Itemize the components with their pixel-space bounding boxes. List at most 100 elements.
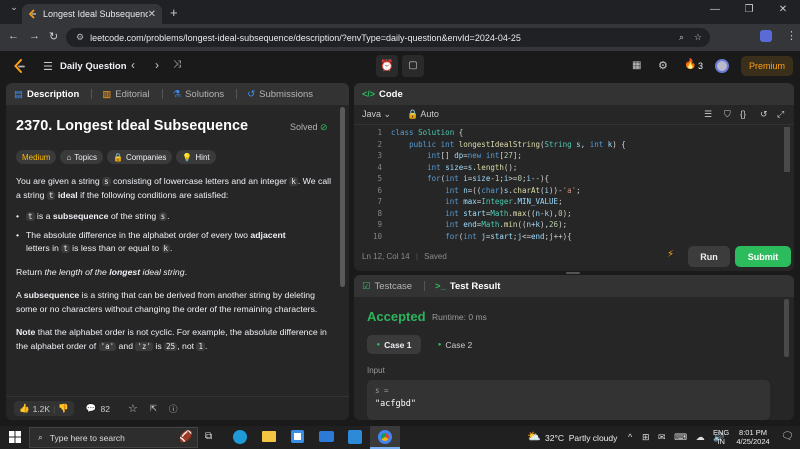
- description-tabs: ▤ Description ▥ Editorial ⚗ Solutions ↺ …: [6, 83, 349, 105]
- tab-testcase[interactable]: ☑ Testcase: [362, 281, 412, 292]
- extension-icon[interactable]: [760, 30, 772, 42]
- format-icon[interactable]: ☰: [704, 109, 712, 120]
- clock[interactable]: 8:01 PM 4/25/2024: [733, 428, 773, 446]
- pass-dot-icon: ●: [437, 341, 442, 348]
- avatar[interactable]: [715, 59, 729, 73]
- zoom-icon[interactable]: ⌕: [679, 32, 684, 43]
- solved-status: Solved ⊘: [290, 122, 328, 133]
- code-line[interactable]: 5 for(int i=size-1;i>=0;i--){: [354, 173, 782, 185]
- code-editor[interactable]: 1 class Solution {2 public int longestIde…: [354, 127, 782, 241]
- code-line[interactable]: 7 int max=Integer.MIN_VALUE;: [354, 196, 782, 208]
- tab-test-result[interactable]: >_ Test Result: [435, 281, 500, 292]
- browser-tab[interactable]: Longest Ideal Subsequence - L ✕: [22, 4, 162, 24]
- like-button[interactable]: 👍 1.2K | 👎: [14, 401, 74, 416]
- taskbar-search-box[interactable]: ⌕ Type here to search 🏈: [29, 427, 198, 448]
- code-line[interactable]: 8 int start=Math.max((n-k),0);: [354, 208, 782, 220]
- topics-button[interactable]: ⌂ Topics: [60, 150, 103, 164]
- edge-icon[interactable]: [233, 430, 247, 444]
- reset-icon[interactable]: ↺: [760, 109, 768, 120]
- weather-label[interactable]: 32°C Partly cloudy: [545, 433, 617, 443]
- chrome-taskbar-button[interactable]: [370, 426, 400, 449]
- window-close-icon[interactable]: ✕: [766, 4, 800, 20]
- auto-toggle[interactable]: 🔒 Auto: [407, 109, 439, 120]
- tab-description-label: Description: [26, 88, 80, 100]
- code-line[interactable]: 6 int n=((char)s.charAt(i))-'a';: [354, 185, 782, 197]
- tab-description[interactable]: ▤ Description: [14, 89, 79, 100]
- file-explorer-icon[interactable]: [262, 431, 276, 442]
- mail-icon[interactable]: [319, 431, 334, 442]
- notes-icon[interactable]: ▢: [402, 55, 424, 77]
- code-line[interactable]: 3 int[] dp=new int[27];: [354, 150, 782, 162]
- problem-title[interactable]: 2370. Longest Ideal Subsequence: [16, 118, 248, 134]
- language-indicator[interactable]: ENG IN: [713, 428, 729, 446]
- next-question-icon[interactable]: ›: [155, 58, 159, 72]
- tab-solutions[interactable]: ⚗ Solutions: [173, 89, 225, 100]
- restore-icon[interactable]: ❐: [732, 4, 766, 20]
- description-scrollbar[interactable]: [340, 107, 345, 287]
- browser-menu-icon[interactable]: ⋮: [786, 29, 797, 42]
- tab-search-icon[interactable]: ⌄: [8, 2, 20, 18]
- panel-resize-handle[interactable]: [566, 272, 580, 274]
- favorite-star-icon[interactable]: ☆: [128, 402, 138, 415]
- daily-question-link[interactable]: Daily Question: [60, 61, 127, 72]
- timer-icon[interactable]: ⏰: [376, 55, 398, 77]
- line-number: 1: [377, 128, 382, 137]
- prev-question-icon[interactable]: ‹: [131, 58, 135, 72]
- windows-start-icon[interactable]: [9, 431, 21, 443]
- code-text: public int longestIdealString(String s, …: [409, 139, 626, 149]
- help-icon[interactable]: ⓘ: [169, 403, 178, 415]
- like-count: 1.2K: [32, 403, 51, 414]
- hint-button[interactable]: 💡 Hint: [176, 150, 216, 164]
- new-tab-icon[interactable]: +: [170, 5, 178, 20]
- code-panel-header: </> Code: [354, 83, 794, 105]
- console-icon[interactable]: ⚡: [667, 249, 674, 260]
- bookmark-star-icon[interactable]: ☆: [694, 32, 702, 43]
- code-line[interactable]: 1 class Solution {: [354, 127, 782, 139]
- site-info-icon[interactable]: ⚙: [76, 32, 84, 43]
- notification-icon[interactable]: 🗨: [781, 431, 794, 442]
- fullscreen-icon[interactable]: ⤢: [777, 109, 784, 120]
- submit-button[interactable]: Submit: [735, 246, 791, 267]
- language-select[interactable]: Java ⌄: [362, 109, 391, 120]
- share-icon[interactable]: ⇱: [150, 403, 157, 414]
- weather-icon[interactable]: ⛅: [527, 430, 541, 443]
- leetcode-logo-icon[interactable]: [13, 59, 27, 74]
- settings-gear-icon[interactable]: ⚙: [658, 59, 668, 72]
- premium-button[interactable]: Premium: [741, 56, 793, 76]
- reload-icon[interactable]: ↻: [49, 30, 58, 43]
- case-1-tab[interactable]: ● Case 1: [367, 335, 421, 354]
- tab-editorial-label: Editorial: [115, 88, 150, 100]
- tray-chevron-icon[interactable]: ^: [628, 432, 632, 442]
- result-scrollbar[interactable]: [784, 299, 789, 357]
- editor-scrollbar[interactable]: [784, 127, 790, 172]
- code-line[interactable]: 10 for(int j=start;j<=end;j++){: [354, 231, 782, 242]
- streak-flame-icon[interactable]: 🔥: [684, 59, 696, 70]
- code-text: for(int i=size-1;i>=0;i--){: [427, 174, 550, 183]
- run-button[interactable]: Run: [688, 246, 730, 267]
- back-icon[interactable]: ←: [8, 30, 19, 42]
- task-view-icon[interactable]: ⧉: [205, 431, 212, 442]
- store-icon[interactable]: [291, 430, 304, 443]
- comments-button[interactable]: 💬 82: [86, 403, 110, 414]
- minimize-icon[interactable]: —: [698, 4, 732, 20]
- tab-editorial[interactable]: ▥ Editorial: [102, 89, 149, 100]
- problem-list-icon[interactable]: ☰: [43, 60, 53, 73]
- url-field[interactable]: ⚙ leetcode.com/problems/longest-ideal-su…: [66, 28, 710, 47]
- language-code: ENG: [713, 428, 730, 437]
- close-tab-icon[interactable]: ✕: [148, 9, 156, 20]
- tab-submissions[interactable]: ↺ Submissions: [247, 89, 313, 100]
- braces-icon[interactable]: {}: [740, 109, 746, 119]
- case-1-label: Case 1: [384, 339, 412, 350]
- vscode-icon[interactable]: [348, 430, 362, 444]
- code-line[interactable]: 9 int end=Math.min((n+k),26);: [354, 219, 782, 231]
- case-2-tab[interactable]: ● Case 2: [428, 335, 482, 354]
- thumbs-down-icon[interactable]: 👎: [58, 403, 69, 414]
- forward-icon[interactable]: →: [29, 30, 40, 42]
- shuffle-icon[interactable]: ⤨: [173, 59, 181, 70]
- bookmark-icon[interactable]: ⛉: [724, 109, 731, 120]
- layout-icon[interactable]: ▦: [632, 60, 641, 71]
- lock-small-icon: 🔒: [407, 109, 419, 119]
- companies-button[interactable]: 🔒 Companies: [106, 150, 173, 164]
- code-line[interactable]: 2 public int longestIdealString(String s…: [354, 139, 782, 151]
- code-line[interactable]: 4 int size=s.length();: [354, 162, 782, 174]
